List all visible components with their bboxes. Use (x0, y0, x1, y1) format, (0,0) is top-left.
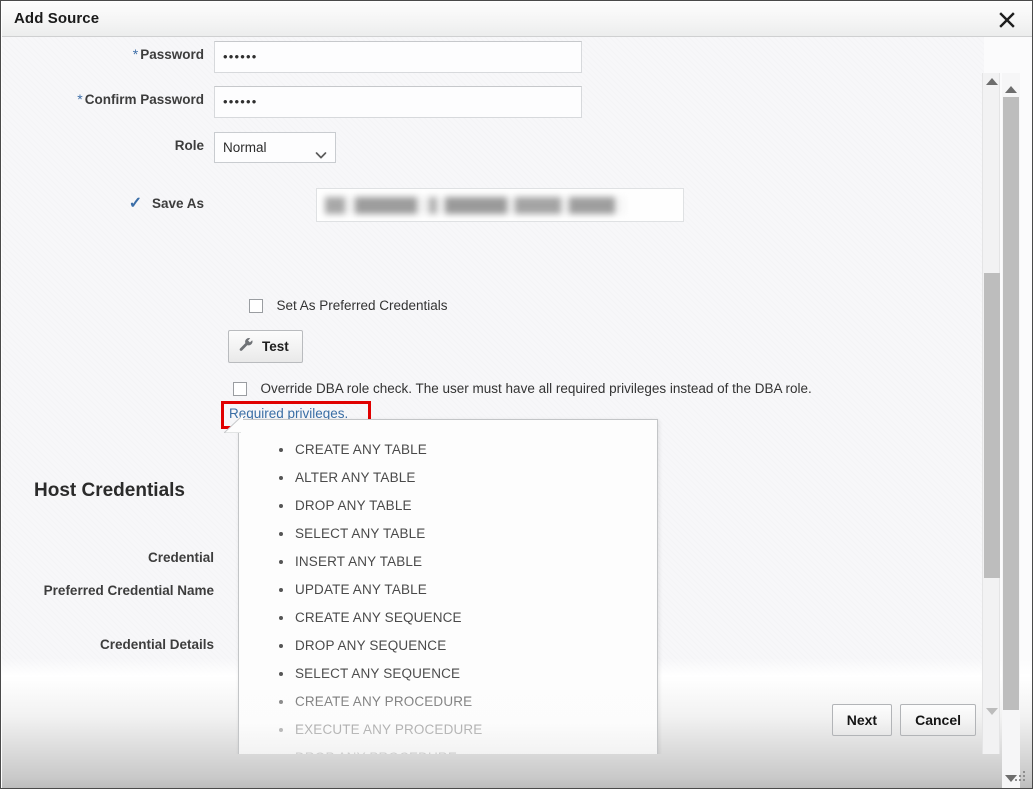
resize-handle[interactable] (1013, 769, 1027, 783)
privilege-item: SELECT ANY SEQUENCE (279, 660, 657, 688)
privilege-item: CREATE ANY SEQUENCE (279, 604, 657, 632)
triangle-up-icon (1005, 85, 1017, 93)
form-scroll-up-arrow[interactable] (983, 73, 1001, 89)
privilege-item: SELECT ANY TABLE (279, 520, 657, 548)
form-scroll-region: * Password •••••• * Confirm Password •••••… (2, 37, 984, 754)
set-preferred-credentials-row[interactable]: Set As Preferred Credentials (249, 297, 448, 315)
save-as-checkmark-icon[interactable]: ✓ (129, 195, 142, 212)
dialog-footer-buttons: Next Cancel (831, 704, 976, 736)
password-input[interactable]: •••••• (214, 41, 582, 73)
test-button-label: Test (262, 339, 289, 354)
dialog-scroll-up-arrow[interactable] (1002, 81, 1020, 97)
privileges-list: CREATE ANY TABLE ALTER ANY TABLE DROP ANY … (239, 420, 657, 754)
label-save-as: Save As (151, 196, 204, 211)
role-select-value: Normal (223, 140, 267, 155)
next-button[interactable]: Next (831, 704, 893, 736)
form-scroll-down-arrow[interactable] (983, 703, 1001, 719)
privilege-item: DROP ANY PROCEDURE (295, 744, 657, 754)
set-preferred-credentials-label: Set As Preferred Credentials (276, 298, 448, 314)
field-row-password: * Password •••••• (2, 41, 582, 73)
wrench-icon (238, 337, 255, 357)
label-role: Role (174, 138, 204, 153)
dialog-title: Add Source (14, 10, 100, 27)
privilege-item: CREATE ANY PROCEDURE (279, 688, 657, 716)
triangle-down-icon (986, 707, 998, 715)
privilege-item: DROP ANY TABLE (279, 492, 657, 520)
label-credential-details: Credential Details (99, 637, 214, 652)
label-credential: Credential (147, 550, 214, 565)
label-password: * Password (132, 46, 204, 62)
override-dba-checkbox[interactable] (233, 382, 247, 396)
chevron-down-icon (315, 142, 327, 159)
dialog-titlebar: Add Source (2, 2, 1032, 37)
triangle-up-icon (986, 77, 998, 85)
label-confirm-password: * Confirm Password (77, 91, 204, 107)
add-source-dialog: Add Source * Password •••••• * Confirm P… (0, 0, 1033, 789)
override-dba-label: Override DBA role check. The user must h… (260, 381, 812, 396)
privilege-item: EXECUTE ANY PROCEDURE (279, 716, 657, 744)
test-button[interactable]: Test (228, 330, 303, 363)
privilege-item: DROP ANY SEQUENCE (279, 632, 657, 660)
field-row-confirm-password: * Confirm Password •••••• (2, 86, 582, 118)
role-select[interactable]: Normal (214, 132, 336, 163)
redacted-value (325, 197, 625, 214)
dialog-vertical-scrollbar[interactable] (1002, 73, 1020, 788)
dialog-body: * Password •••••• * Confirm Password •••••… (2, 37, 1032, 788)
save-as-label-group: ✓ Save As (2, 191, 214, 213)
save-as-input[interactable] (316, 188, 684, 222)
field-row-save-as: ✓ Save As (2, 188, 684, 222)
privilege-item: CREATE ANY TABLE (279, 436, 657, 464)
override-dba-row[interactable]: Override DBA role check. The user must h… (233, 380, 933, 398)
form-scrollbar-thumb[interactable] (984, 273, 1000, 578)
dialog-scrollbar-thumb[interactable] (1003, 97, 1019, 710)
host-credentials-heading: Host Credentials (34, 480, 185, 501)
required-marker: * (77, 91, 83, 107)
required-marker: * (132, 46, 139, 62)
privilege-item: INSERT ANY TABLE (279, 548, 657, 576)
tooltip-pointer-icon (222, 414, 246, 434)
cancel-button[interactable]: Cancel (900, 704, 976, 736)
close-icon[interactable] (995, 8, 1019, 32)
screenshot-root: Add Source * Password •••••• * Confirm P… (0, 0, 1033, 789)
label-preferred-credential-name: Preferred Credential Name (43, 583, 214, 598)
field-row-role: Role Normal (2, 132, 336, 163)
required-privileges-popup: CREATE ANY TABLE ALTER ANY TABLE DROP ANY … (238, 419, 658, 754)
set-preferred-credentials-checkbox[interactable] (249, 298, 263, 313)
confirm-password-input[interactable]: •••••• (214, 86, 582, 118)
form-vertical-scrollbar[interactable] (982, 73, 1000, 754)
privilege-item: UPDATE ANY TABLE (279, 576, 657, 604)
privilege-item: ALTER ANY TABLE (279, 464, 657, 492)
